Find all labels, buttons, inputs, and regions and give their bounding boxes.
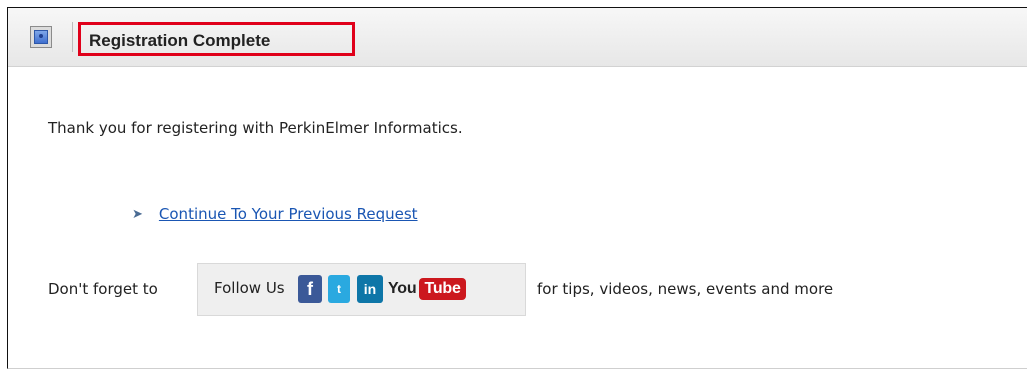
follow-us-box: Follow Us f t in You Tube: [197, 263, 526, 316]
user-profile-icon-glyph: [34, 30, 48, 44]
linkedin-icon-text: in: [363, 281, 377, 297]
linkedin-icon[interactable]: in: [357, 275, 383, 303]
twitter-icon[interactable]: t: [328, 275, 350, 303]
twitter-icon-text: t: [337, 282, 341, 296]
facebook-icon-text: f: [307, 278, 313, 299]
continue-link-row[interactable]: ➤ Continue To Your Previous Request: [132, 205, 418, 223]
user-profile-icon: [30, 26, 52, 48]
registration-panel: Registration Complete Thank you for regi…: [7, 7, 1027, 369]
page-title: Registration Complete: [89, 31, 271, 50]
continue-link[interactable]: Continue To Your Previous Request: [159, 205, 418, 223]
header-separator: [72, 22, 73, 52]
facebook-icon[interactable]: f: [298, 275, 322, 303]
panel-header: Registration Complete: [8, 8, 1027, 67]
chevron-right-icon: ➤: [132, 206, 143, 222]
youtube-icon[interactable]: You Tube: [388, 276, 466, 302]
youtube-text-right: Tube: [419, 278, 466, 300]
follow-us-label: Follow Us: [214, 279, 285, 297]
thank-you-message: Thank you for registering with PerkinElm…: [48, 119, 463, 137]
youtube-text-left: You: [388, 280, 417, 297]
dont-forget-text: Don't forget to: [48, 280, 158, 298]
tips-text: for tips, videos, news, events and more: [537, 280, 834, 298]
